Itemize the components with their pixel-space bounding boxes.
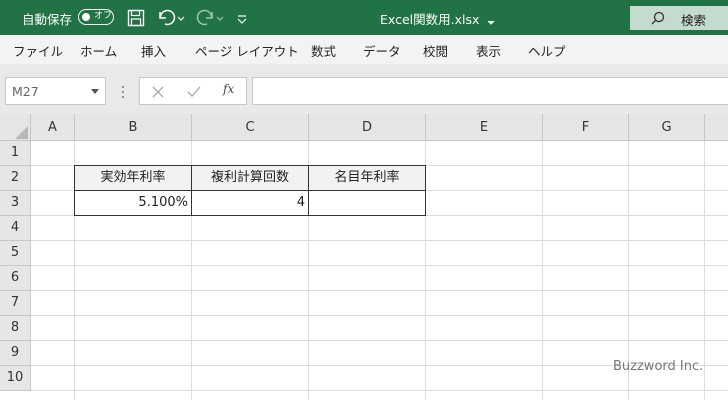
enter-icon[interactable] — [187, 86, 201, 98]
cell-d2[interactable]: 名目年利率 — [308, 165, 426, 191]
worksheet-grid[interactable]: A B C D E F G 1 2 3 4 5 6 7 8 9 10 実効年利率… — [0, 114, 728, 400]
row-header-9[interactable]: 9 — [0, 341, 31, 366]
column-header-f[interactable]: F — [543, 114, 629, 141]
row-header-5[interactable]: 5 — [0, 241, 31, 266]
column-header-d[interactable]: D — [309, 114, 426, 141]
autosave-toggle[interactable]: オフ — [78, 9, 114, 25]
row-header-10[interactable]: 10 — [0, 366, 31, 391]
row-header-2[interactable]: 2 — [0, 166, 31, 191]
row-header-4[interactable]: 4 — [0, 216, 31, 241]
tab-help[interactable]: ヘルプ — [528, 41, 566, 60]
cell-b3[interactable]: 5.100% — [74, 190, 192, 216]
cancel-icon[interactable] — [152, 86, 164, 98]
tab-formulas[interactable]: 数式 — [311, 41, 336, 60]
formula-bar: M27 fx — [0, 72, 728, 114]
redo-icon[interactable] — [196, 8, 226, 28]
chevron-down-icon[interactable] — [487, 13, 495, 33]
select-all-corner[interactable] — [0, 114, 31, 141]
autosave-label: 自動保存 — [22, 12, 73, 27]
column-header-a[interactable]: A — [31, 114, 75, 141]
cell-d3[interactable] — [308, 190, 426, 216]
row-header-8[interactable]: 8 — [0, 316, 31, 341]
tab-view[interactable]: 表示 — [476, 41, 501, 60]
search-icon — [651, 11, 665, 25]
cell-c3[interactable]: 4 — [191, 190, 309, 216]
formula-input[interactable] — [252, 77, 728, 105]
tab-insert[interactable]: 挿入 — [141, 41, 166, 60]
tab-file[interactable]: ファイル — [13, 41, 63, 60]
insert-function-icon[interactable]: fx — [223, 82, 234, 96]
customize-toolbar-icon[interactable] — [236, 8, 248, 28]
name-box-dropdown-icon[interactable] — [91, 89, 99, 95]
column-header-e[interactable]: E — [426, 114, 543, 141]
ribbon-tabs: ファイル ホーム 挿入 ページ レイアウト 数式 データ 校閲 表示 ヘルプ — [0, 35, 728, 64]
row-header-7[interactable]: 7 — [0, 291, 31, 316]
autosave-state: オフ — [94, 11, 113, 21]
row-header-1[interactable]: 1 — [0, 141, 31, 166]
select-all-icon — [15, 126, 28, 139]
cell-c2[interactable]: 複利計算回数 — [191, 165, 309, 191]
row-header-6[interactable]: 6 — [0, 266, 31, 291]
title-bar: 自動保存 オフ Excel関数用.xlsx 検索 — [0, 0, 728, 35]
tab-home[interactable]: ホーム — [80, 41, 117, 60]
document-title[interactable]: Excel関数用.xlsx — [380, 9, 479, 28]
tab-page-layout[interactable]: ページ レイアウト — [195, 41, 299, 60]
name-box-value: M27 — [12, 84, 39, 99]
column-header-b[interactable]: B — [75, 114, 192, 141]
search-label: 検索 — [681, 13, 707, 28]
save-icon[interactable] — [127, 8, 145, 28]
ribbon-divider — [0, 64, 728, 72]
cell-b2[interactable]: 実効年利率 — [74, 165, 192, 191]
tab-review[interactable]: 校閲 — [423, 41, 448, 60]
tab-data[interactable]: データ — [363, 41, 401, 60]
column-header-c[interactable]: C — [192, 114, 309, 141]
column-header-h[interactable] — [705, 114, 728, 141]
column-header-g[interactable]: G — [629, 114, 705, 141]
undo-icon[interactable] — [156, 8, 186, 28]
row-header-3[interactable]: 3 — [0, 191, 31, 216]
name-box[interactable]: M27 — [5, 77, 106, 105]
formula-actions: fx — [139, 77, 247, 105]
watermark: Buzzword Inc. — [613, 359, 704, 374]
formula-bar-grip-icon[interactable] — [121, 85, 125, 99]
toggle-knob — [82, 12, 90, 21]
search-box[interactable]: 検索 — [630, 6, 728, 30]
